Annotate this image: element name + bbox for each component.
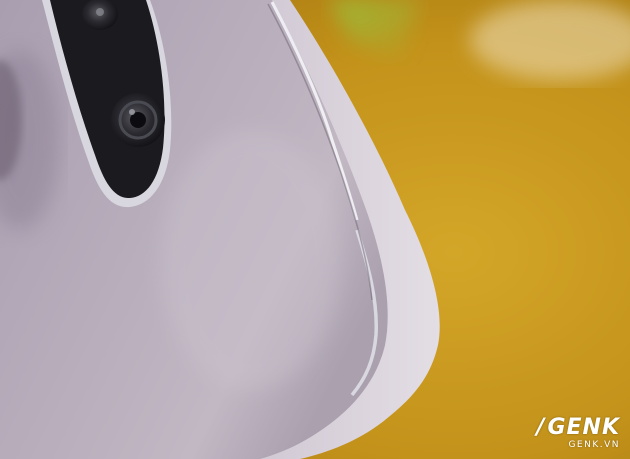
camera-lens-glint — [129, 109, 135, 115]
phone-photo — [0, 0, 630, 459]
genk-logo: /GENK — [536, 415, 620, 440]
camera-lens-top-glint — [96, 8, 104, 16]
genk-site-label: GENK.VN — [568, 440, 620, 450]
genk-watermark: /GENK GENK.VN — [536, 417, 620, 450]
photo-stage: /GENK GENK.VN — [0, 0, 630, 459]
body-highlight — [160, 130, 340, 390]
